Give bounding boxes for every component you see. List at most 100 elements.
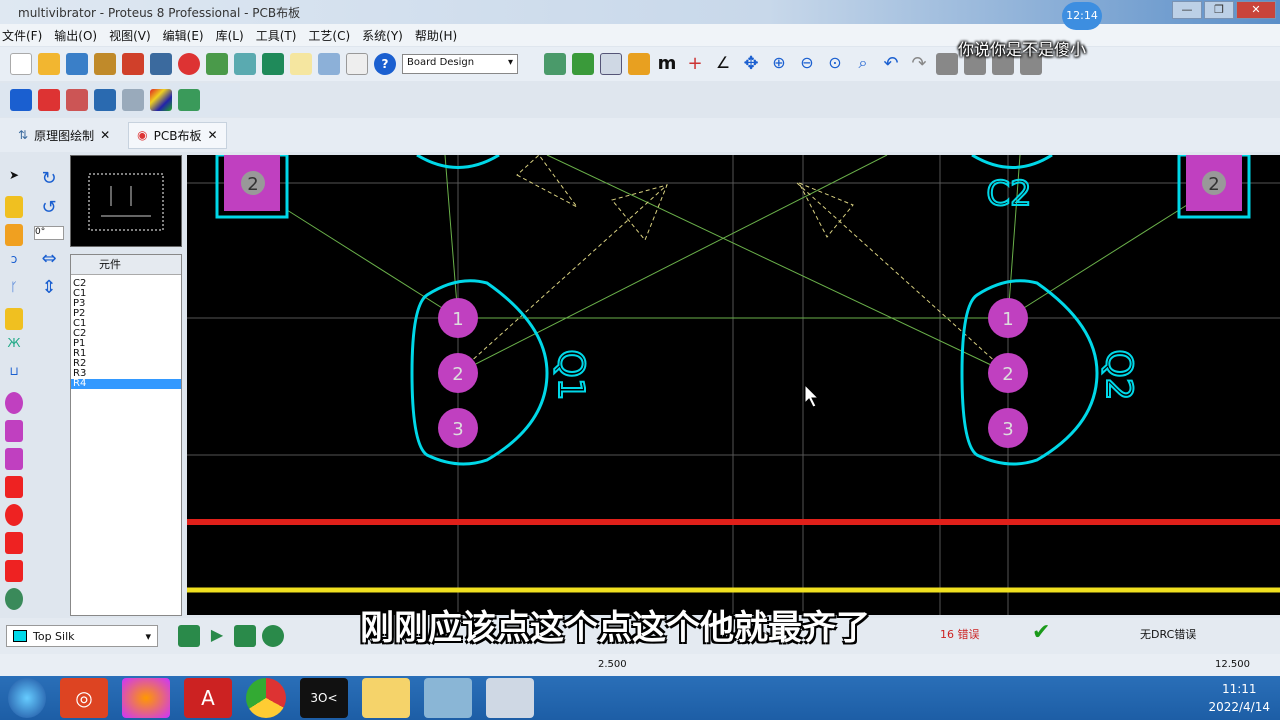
obs-icon[interactable]: 3O< <box>300 678 348 718</box>
component-tool-icon[interactable] <box>5 196 23 218</box>
save-icon[interactable] <box>66 53 88 75</box>
pick-icon[interactable] <box>66 89 88 111</box>
start-button[interactable] <box>8 678 46 718</box>
component-list-item[interactable]: C2 <box>71 279 181 289</box>
gerber-icon[interactable] <box>234 53 256 75</box>
padstack-icon[interactable] <box>5 588 23 610</box>
square-pad-icon[interactable] <box>5 420 23 442</box>
close-icon[interactable]: ✕ <box>100 128 110 142</box>
notes-icon[interactable] <box>346 53 368 75</box>
package-tool-icon[interactable] <box>5 224 23 246</box>
zone-tool-icon[interactable] <box>5 308 23 330</box>
grid-icon[interactable] <box>600 53 622 75</box>
zoom-area-icon[interactable]: ⌕ <box>852 53 874 75</box>
connectivity-tool-icon[interactable]: ⊔ <box>5 364 23 386</box>
stop-icon[interactable] <box>262 625 284 647</box>
source-icon[interactable] <box>290 53 312 75</box>
search-icon[interactable] <box>94 89 116 111</box>
metric-icon[interactable]: m <box>656 53 678 75</box>
component-list-item[interactable]: C2 <box>71 329 181 339</box>
drc-status[interactable]: 无DRC错误 <box>1140 626 1196 642</box>
tab-pcb[interactable]: ◉ PCB布板 ✕ <box>128 121 227 149</box>
component-list-item[interactable]: C1 <box>71 289 181 299</box>
menu-technology[interactable]: 工艺(C) <box>308 27 350 44</box>
step-icon[interactable] <box>234 625 256 647</box>
3d-icon[interactable] <box>206 53 228 75</box>
menu-edit[interactable]: 编辑(E) <box>163 27 204 44</box>
flip-vertical-icon[interactable]: ⇕ <box>41 277 56 298</box>
component-list-item[interactable]: R3 <box>71 369 181 379</box>
close-button[interactable]: ✕ <box>1236 1 1276 19</box>
polar-icon[interactable]: ∠ <box>712 53 734 75</box>
circle-pad-icon[interactable] <box>5 504 23 526</box>
redo-icon[interactable]: ↷ <box>908 53 930 75</box>
zoom-all-icon[interactable]: ⊙ <box>824 53 846 75</box>
flip-horizontal-icon[interactable]: ⇔ <box>41 248 56 269</box>
component-list-item[interactable]: R1 <box>71 349 181 359</box>
vsm-icon[interactable] <box>318 53 340 75</box>
zoom-in-icon[interactable]: ⊕ <box>768 53 790 75</box>
via-tool-icon[interactable]: ᚴ <box>5 280 23 302</box>
component-list-item[interactable]: P2 <box>71 309 181 319</box>
menu-help[interactable]: 帮助(H) <box>415 27 457 44</box>
menu-file[interactable]: 文件(F) <box>2 27 42 44</box>
component-list-item[interactable]: R4 <box>71 379 181 389</box>
pan-icon[interactable]: ✥ <box>740 53 762 75</box>
maximize-button[interactable]: ❐ <box>1204 1 1234 19</box>
tab-schematic[interactable]: ⇅ 原理图绘制 ✕ <box>10 123 118 148</box>
layers-icon[interactable] <box>628 53 650 75</box>
overview-preview[interactable] <box>70 155 182 247</box>
home-icon[interactable] <box>122 53 144 75</box>
rotate-cw-icon[interactable]: ↻ <box>41 168 56 189</box>
origin-icon[interactable]: + <box>684 53 706 75</box>
edge-pad-icon[interactable] <box>5 476 23 498</box>
component-list-item[interactable]: P1 <box>71 339 181 349</box>
error-count[interactable]: 16 错误 <box>940 626 980 642</box>
component-icon[interactable] <box>38 89 60 111</box>
layer-select[interactable]: Top Silk ▾ <box>6 625 158 647</box>
angle-field[interactable]: 0° <box>34 226 64 240</box>
menu-library[interactable]: 库(L) <box>216 27 244 44</box>
pcb-icon[interactable] <box>178 53 200 75</box>
menu-system[interactable]: 系统(Y) <box>362 27 403 44</box>
rotate-ccw-icon[interactable]: ↺ <box>41 197 56 218</box>
ratsnest-tool-icon[interactable]: Ж <box>5 336 23 358</box>
lock-icon[interactable] <box>10 89 32 111</box>
firefox-icon[interactable] <box>122 678 170 718</box>
menu-output[interactable]: 输出(O) <box>54 27 97 44</box>
undo-icon[interactable]: ↶ <box>880 53 902 75</box>
refresh-icon[interactable] <box>544 53 566 75</box>
photos-icon[interactable] <box>424 678 472 718</box>
open-icon[interactable] <box>38 53 60 75</box>
drc-icon[interactable] <box>178 89 200 111</box>
explorer-icon[interactable] <box>362 678 410 718</box>
acrobat-icon[interactable]: A <box>184 678 232 718</box>
component-list-item[interactable]: C1 <box>71 319 181 329</box>
menu-tools[interactable]: 工具(T) <box>256 27 297 44</box>
ratsnest-icon[interactable] <box>150 89 172 111</box>
component-list-item[interactable]: R2 <box>71 359 181 369</box>
menu-view[interactable]: 视图(V) <box>109 27 151 44</box>
round-pad-icon[interactable] <box>5 392 23 414</box>
layer-icon[interactable] <box>178 625 200 647</box>
system-clock[interactable]: 11:11 2022/4/14 <box>1208 680 1270 716</box>
help-icon[interactable]: ? <box>374 53 396 75</box>
exit-icon[interactable] <box>94 53 116 75</box>
select-tool-icon[interactable]: ➤ <box>5 168 23 190</box>
zoom-out-icon[interactable]: ⊖ <box>796 53 818 75</box>
smt-pad-icon[interactable] <box>5 532 23 554</box>
close-icon[interactable]: ✕ <box>207 128 217 142</box>
minimize-button[interactable]: — <box>1172 1 1202 19</box>
netlist-icon[interactable] <box>122 89 144 111</box>
mode-select[interactable]: Board Design ▾ <box>402 54 518 74</box>
polygon-pad-icon[interactable] <box>5 560 23 582</box>
play-icon[interactable]: ▶ <box>206 625 228 647</box>
proteus-icon[interactable] <box>486 678 534 718</box>
dil-pad-icon[interactable] <box>5 448 23 470</box>
track-tool-icon[interactable]: ↄ <box>5 252 23 274</box>
schematic-icon[interactable] <box>150 53 172 75</box>
netease-music-icon[interactable]: ◎ <box>60 678 108 718</box>
pcb-canvas[interactable]: 2 2 1 2 3 1 2 3 Q1 Q2 C2 <box>187 153 1280 615</box>
chrome-icon[interactable] <box>246 678 286 718</box>
bom-icon[interactable] <box>262 53 284 75</box>
